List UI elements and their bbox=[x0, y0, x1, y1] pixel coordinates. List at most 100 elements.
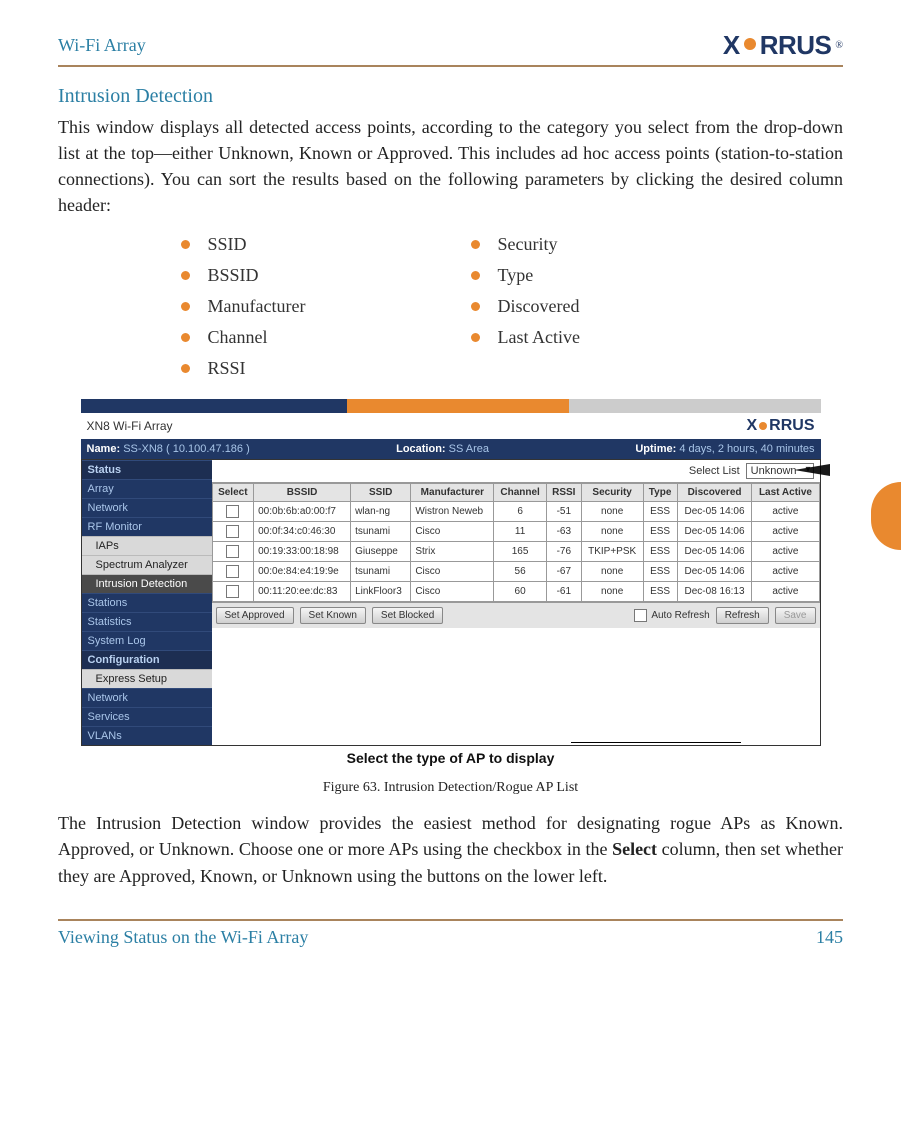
cell-type: ESS bbox=[643, 542, 677, 562]
nav-item-system-log[interactable]: System Log bbox=[82, 631, 212, 650]
nav-item-rf-monitor[interactable]: RF Monitor bbox=[82, 517, 212, 536]
nav-item-network[interactable]: Network bbox=[82, 498, 212, 517]
cell-security: none bbox=[581, 502, 643, 522]
cell-rssi: -51 bbox=[546, 502, 581, 522]
nav-sub-intrusion-detection[interactable]: Intrusion Detection bbox=[82, 574, 212, 593]
figure-product-label: XN8 Wi-Fi Array bbox=[87, 419, 173, 433]
cell-ssid: tsunami bbox=[351, 522, 411, 542]
ap-table: SelectBSSIDSSIDManufacturerChannelRSSISe… bbox=[212, 483, 820, 602]
set-approved-button[interactable]: Set Approved bbox=[216, 607, 294, 624]
row-checkbox[interactable] bbox=[226, 505, 239, 518]
nav-item-services[interactable]: Services bbox=[82, 707, 212, 726]
nav-item-config-network[interactable]: Network bbox=[82, 688, 212, 707]
cell-ssid: tsunami bbox=[351, 562, 411, 582]
brand-text-pre: X bbox=[723, 30, 740, 61]
bullet-item: BSSID bbox=[181, 265, 431, 286]
cell-rssi: -76 bbox=[546, 542, 581, 562]
nav-sub-iaps[interactable]: IAPs bbox=[82, 536, 212, 555]
column-header[interactable]: Discovered bbox=[677, 484, 752, 502]
figure-brand-pre: X bbox=[746, 417, 757, 435]
bullet-dot-icon bbox=[181, 271, 190, 280]
page-footer: Viewing Status on the Wi-Fi Array 145 bbox=[58, 927, 843, 948]
status-uptime-label: Uptime: bbox=[635, 443, 676, 455]
cell-rssi: -63 bbox=[546, 522, 581, 542]
figure-sidebar: Status Array Network RF Monitor IAPs Spe… bbox=[82, 460, 212, 745]
cell-last-active: active bbox=[752, 582, 819, 602]
column-header[interactable]: Channel bbox=[494, 484, 546, 502]
cell-bssid: 00:11:20:ee:dc:83 bbox=[254, 582, 351, 602]
column-header[interactable]: Manufacturer bbox=[411, 484, 494, 502]
cell-discovered: Dec-08 16:13 bbox=[677, 582, 752, 602]
column-header[interactable]: Security bbox=[581, 484, 643, 502]
refresh-button[interactable]: Refresh bbox=[716, 607, 769, 624]
cell-rssi: -67 bbox=[546, 562, 581, 582]
bullet-dot-icon bbox=[181, 302, 190, 311]
bullet-item bbox=[471, 358, 721, 379]
cell-channel: 165 bbox=[494, 542, 546, 562]
auto-refresh-toggle[interactable]: Auto Refresh bbox=[634, 609, 709, 622]
header-rule bbox=[58, 65, 843, 67]
callout-leader-line bbox=[571, 742, 741, 743]
cell-last-active: active bbox=[752, 542, 819, 562]
bullet-item: Channel bbox=[181, 327, 431, 348]
set-blocked-button[interactable]: Set Blocked bbox=[372, 607, 443, 624]
brand-text-post: RRUS bbox=[760, 30, 832, 61]
nav-section-status[interactable]: Status bbox=[82, 460, 212, 479]
page-number: 145 bbox=[816, 927, 843, 948]
cell-channel: 60 bbox=[494, 582, 546, 602]
bullet-dot-icon bbox=[181, 364, 190, 373]
cell-security: none bbox=[581, 582, 643, 602]
nav-item-array[interactable]: Array bbox=[82, 479, 212, 498]
select-list-label: Select List bbox=[689, 465, 740, 477]
column-header[interactable]: RSSI bbox=[546, 484, 581, 502]
nav-item-vlans[interactable]: VLANs bbox=[82, 726, 212, 745]
bullet-dot-icon bbox=[181, 240, 190, 249]
bullet-label: Last Active bbox=[498, 327, 580, 348]
column-header[interactable]: Last Active bbox=[752, 484, 819, 502]
row-checkbox[interactable] bbox=[226, 585, 239, 598]
cell-discovered: Dec-05 14:06 bbox=[677, 542, 752, 562]
row-checkbox[interactable] bbox=[226, 565, 239, 578]
figure-caption: Figure 63. Intrusion Detection/Rogue AP … bbox=[58, 780, 843, 796]
nav-section-configuration[interactable]: Configuration bbox=[82, 650, 212, 669]
row-checkbox[interactable] bbox=[226, 545, 239, 558]
cell-bssid: 00:19:33:00:18:98 bbox=[254, 542, 351, 562]
set-known-button[interactable]: Set Known bbox=[300, 607, 366, 624]
bullet-dot-icon bbox=[471, 302, 480, 311]
column-header[interactable]: BSSID bbox=[254, 484, 351, 502]
status-name-value: SS-XN8 ( 10.100.47.186 ) bbox=[123, 443, 250, 455]
cell-ssid: Giuseppe bbox=[351, 542, 411, 562]
outro-paragraph: The Intrusion Detection window provides … bbox=[58, 810, 843, 888]
table-row: 00:0e:84:e4:19:9etsunamiCisco56-67noneES… bbox=[212, 562, 819, 582]
section-heading: Intrusion Detection bbox=[58, 85, 843, 108]
status-location-value: SS Area bbox=[449, 443, 489, 455]
nav-sub-spectrum[interactable]: Spectrum Analyzer bbox=[82, 555, 212, 574]
column-header[interactable]: SSID bbox=[351, 484, 411, 502]
table-row: 00:19:33:00:18:98GiuseppeStrix165-76TKIP… bbox=[212, 542, 819, 562]
bullet-label: SSID bbox=[208, 234, 247, 255]
bullet-item: Manufacturer bbox=[181, 296, 431, 317]
auto-refresh-label: Auto Refresh bbox=[651, 610, 709, 621]
column-header[interactable]: Type bbox=[643, 484, 677, 502]
cell-channel: 56 bbox=[494, 562, 546, 582]
bullet-dot-icon bbox=[471, 271, 480, 280]
bullet-dot-icon bbox=[181, 333, 190, 342]
nav-item-stations[interactable]: Stations bbox=[82, 593, 212, 612]
registered-mark: ® bbox=[835, 40, 843, 51]
figure-status-bar: Name: SS-XN8 ( 10.100.47.186 ) Location:… bbox=[81, 439, 821, 459]
column-header[interactable]: Select bbox=[212, 484, 254, 502]
nav-item-express-setup[interactable]: Express Setup bbox=[82, 669, 212, 688]
bullet-label: RSSI bbox=[208, 358, 246, 379]
save-button[interactable]: Save bbox=[775, 607, 816, 624]
cell-type: ESS bbox=[643, 562, 677, 582]
bullet-item: Security bbox=[471, 234, 721, 255]
bullet-label: Discovered bbox=[498, 296, 580, 317]
cell-security: none bbox=[581, 562, 643, 582]
row-checkbox[interactable] bbox=[226, 525, 239, 538]
cell-bssid: 00:0e:84:e4:19:9e bbox=[254, 562, 351, 582]
status-uptime-value: 4 days, 2 hours, 40 minutes bbox=[679, 443, 814, 455]
nav-item-statistics[interactable]: Statistics bbox=[82, 612, 212, 631]
figure-callout: Select the type of AP to display bbox=[81, 750, 821, 766]
table-row: 00:0f:34:c0:46:30tsunamiCisco11-63noneES… bbox=[212, 522, 819, 542]
footer-rule bbox=[58, 919, 843, 921]
